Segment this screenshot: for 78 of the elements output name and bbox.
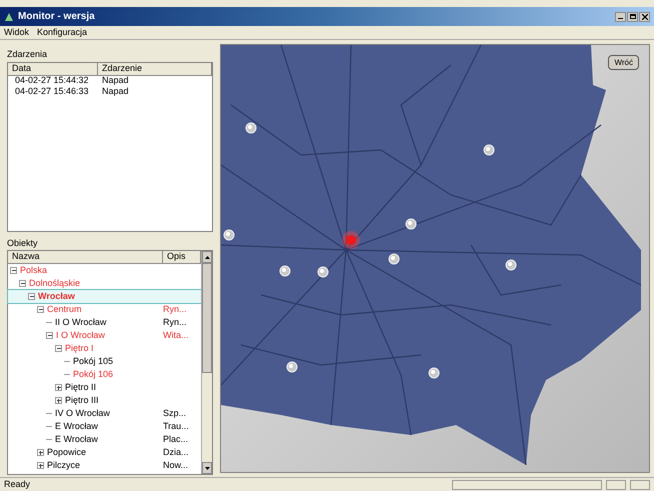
tree-item-label: E Wrocław	[55, 432, 98, 446]
status-text: Ready	[4, 478, 32, 491]
tree-row[interactable]: Dolnośląskie	[8, 277, 201, 290]
tree-row[interactable]: I O Wrocław Wita...	[8, 329, 201, 342]
collapse-icon[interactable]	[19, 280, 26, 287]
collapse-icon[interactable]	[37, 306, 44, 313]
table-cell-text: 04-02-27 15:46:33	[14, 85, 90, 98]
tree-item-description: Trau...	[163, 420, 189, 431]
tree-item-description: Plac...	[163, 434, 188, 444]
expand-icon[interactable]	[55, 397, 62, 404]
tree-item-label: IV O Wrocław	[55, 406, 110, 420]
tree-row[interactable]: E Wrocław Plac...	[8, 433, 201, 446]
column-header[interactable]: Zdarzenie	[98, 62, 212, 76]
alarm-marker-icon[interactable]	[342, 231, 360, 249]
tree-item-label: I O Wrocław	[56, 328, 105, 342]
column-header[interactable]: Opis	[163, 251, 201, 264]
tree-item-description: Szp...	[163, 408, 186, 418]
scroll-thumb[interactable]	[202, 263, 212, 373]
collapse-icon[interactable]	[46, 332, 53, 339]
expand-icon[interactable]	[37, 462, 44, 469]
tree-row[interactable]: II O Wrocław Ryn...	[8, 316, 201, 329]
tree-row[interactable]: Piętro II	[8, 381, 201, 394]
tree-row[interactable]: Popowice Dzia...	[8, 446, 201, 459]
collapse-icon[interactable]	[28, 293, 35, 300]
tree-item-label: Wrocław	[38, 290, 75, 303]
expand-icon[interactable]	[37, 449, 44, 456]
minimize-icon[interactable]	[615, 12, 626, 22]
tree-item-label: Piętro II	[65, 380, 96, 394]
scroll-down-button[interactable]	[202, 462, 212, 474]
tree-row[interactable]: Piętro III	[8, 394, 201, 407]
tree-item-label: Polska	[20, 264, 48, 277]
tree-row[interactable]: Centrum Ryn...	[8, 303, 201, 316]
window-title: Monitor - wersja	[18, 10, 96, 24]
tree-row[interactable]: Pilczyce Now...	[8, 459, 201, 472]
table-cell-text: 04-02-27 15:44:32	[14, 74, 90, 88]
menu-item[interactable]: Widok	[4, 26, 30, 40]
tree-item-label: Piętro III	[65, 394, 99, 407]
menu-item[interactable]: Konfiguracja	[37, 26, 88, 40]
scrollbar[interactable]	[201, 251, 212, 474]
tree-item-description: Now...	[163, 460, 188, 470]
up-arrow-icon	[204, 256, 210, 258]
collapse-icon[interactable]	[10, 267, 17, 274]
tree-item-label: Piętro I	[65, 342, 94, 355]
column-header[interactable]: Nazwa	[8, 251, 163, 264]
maximize-icon[interactable]	[627, 12, 638, 22]
expand-icon[interactable]	[55, 384, 62, 391]
tree-item-description: Wita...	[163, 330, 189, 340]
table-cell-text: Napad	[101, 85, 129, 98]
tree-item-label: Pilczyce	[47, 458, 80, 472]
objects-group-label: Obiekty	[7, 236, 39, 250]
events-group-label: Zdarzenia	[7, 48, 48, 61]
tree-row[interactable]: IV O Wrocław Szp...	[8, 407, 201, 420]
tree-row[interactable]: Wrocław	[8, 290, 201, 303]
tree-row[interactable]: Piętro I	[8, 342, 201, 355]
status-panel	[630, 480, 650, 490]
app-icon	[4, 12, 14, 22]
column-header[interactable]: Data	[8, 62, 98, 76]
scroll-up-button[interactable]	[202, 251, 212, 263]
tree-item-label: II O Wrocław	[55, 316, 106, 329]
tree-row[interactable]: Polska	[8, 264, 201, 277]
tree-row[interactable]: E Wrocław Trau...	[8, 420, 201, 433]
back-button[interactable]: Wróć	[608, 55, 639, 70]
tree-item-description: Ryn...	[163, 316, 187, 327]
tree-item-label: Pokój 105	[73, 354, 114, 368]
tree-item-label: Dolnośląskie	[29, 276, 80, 290]
tree-row[interactable]: Pokój 105	[8, 355, 201, 368]
tree-item-description: Ryn...	[163, 304, 187, 314]
close-icon[interactable]	[639, 12, 650, 22]
status-panel	[606, 480, 626, 490]
tree-item-description: Dzia...	[163, 446, 189, 457]
tree-item-label: Centrum	[47, 302, 82, 316]
tree-item-label: E Wrocław	[55, 420, 98, 433]
down-arrow-icon	[204, 466, 210, 470]
collapse-icon[interactable]	[55, 345, 62, 352]
table-cell-text: Napad	[101, 74, 129, 88]
tree-item-label: Pokój 106	[73, 368, 114, 381]
tree-item-label: Popowice	[47, 446, 86, 459]
tree-row[interactable]: Pokój 106	[8, 368, 201, 381]
